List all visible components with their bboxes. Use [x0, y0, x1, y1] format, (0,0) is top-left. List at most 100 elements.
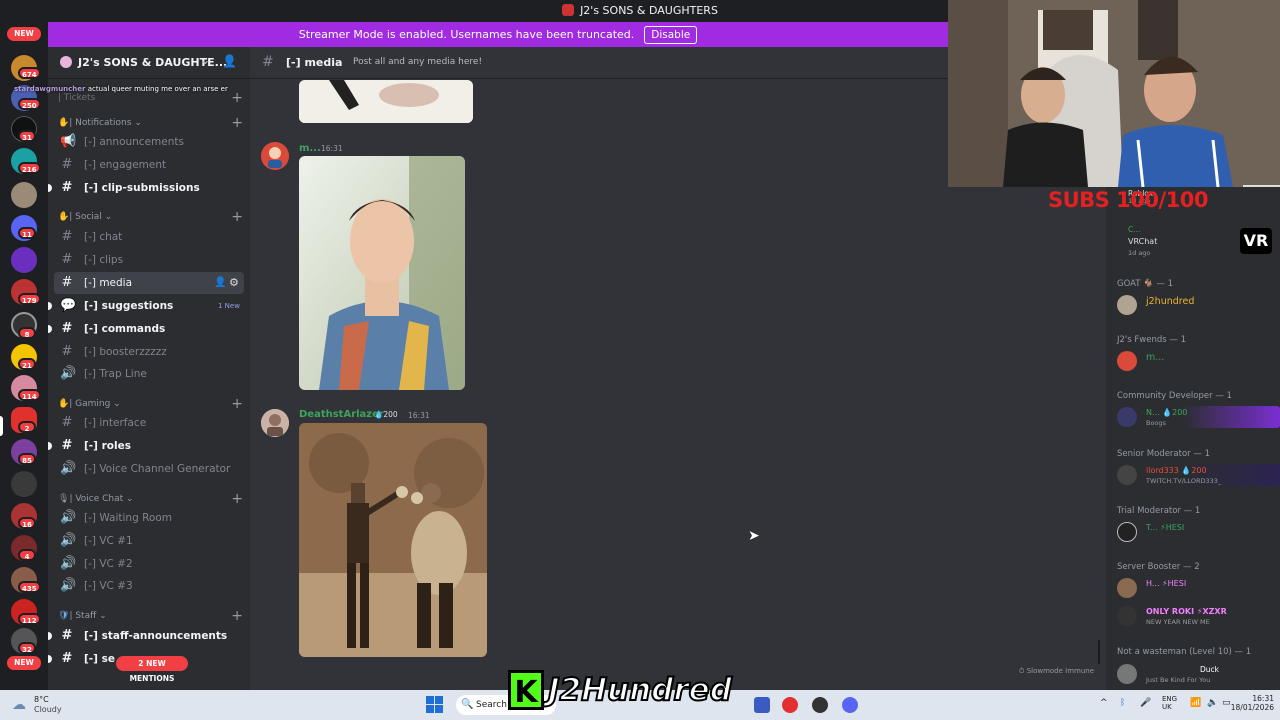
- image-content: [299, 80, 473, 123]
- channel-interface[interactable]: # [-] interface: [54, 412, 244, 434]
- server-icon[interactable]: [11, 182, 37, 208]
- member-item[interactable]: llord333 💧200 TWITCH.TV/LLORD333_: [1117, 464, 1280, 486]
- category-notifications[interactable]: ✋| Notifications ⌄ +: [58, 115, 243, 132]
- new-mentions-pill[interactable]: 2 NEW MENTIONS: [116, 656, 188, 683]
- channel-staff-announcements[interactable]: # [-] staff-announcements: [48, 625, 244, 647]
- member-item[interactable]: T... ⚡HESI: [1117, 521, 1277, 543]
- message-author[interactable]: m...: [299, 143, 321, 154]
- speaker-icon: 🔊: [60, 510, 77, 525]
- member-status: NEW YEAR NEW ME: [1146, 618, 1210, 626]
- unread-indicator: [48, 325, 52, 333]
- channel-waiting-room[interactable]: 🔊 [-] Waiting Room: [54, 507, 244, 529]
- avatar[interactable]: [261, 142, 289, 170]
- member-name: Duck: [1200, 665, 1219, 674]
- avatar: [1117, 664, 1137, 684]
- server-icon[interactable]: [11, 247, 37, 273]
- boost-badge: 💧200: [374, 410, 398, 419]
- member-item[interactable]: H... ⚡HESI: [1117, 577, 1277, 599]
- invite-people-icon[interactable]: 👤: [222, 54, 237, 68]
- channel-clips[interactable]: # [-] clips: [54, 249, 244, 271]
- channel-roles[interactable]: # [-] roles: [48, 435, 244, 457]
- role-header: GOAT 🐐 — 1: [1117, 279, 1174, 289]
- channel-media[interactable]: # [-] media 👤 ⚙: [54, 272, 244, 294]
- channel-trap-line[interactable]: 🔊 [-] Trap Line: [54, 363, 244, 385]
- category-tickets[interactable]: | Tickets +: [58, 90, 243, 107]
- gear-icon[interactable]: ⚙: [229, 272, 239, 294]
- channel-vc1[interactable]: 🔊 [-] VC #1: [54, 530, 244, 552]
- member-item[interactable]: N... 💧200 Boogs: [1117, 406, 1280, 428]
- wifi-icon[interactable]: 📶: [1190, 698, 1201, 708]
- unread-badge: 216: [18, 162, 41, 174]
- member-name: H... ⚡HESI: [1146, 579, 1187, 588]
- avatar[interactable]: [261, 409, 289, 437]
- banner-text: Streamer Mode is enabled. Usernames have…: [298, 28, 635, 41]
- window-title: J2's SONS & DAUGHTERS: [580, 4, 718, 17]
- image-attachment[interactable]: [299, 156, 465, 390]
- channel-suggestions[interactable]: 💬 [-] suggestions 1 New: [48, 295, 244, 317]
- weather-cloud-icon[interactable]: ☁: [12, 697, 26, 713]
- subs-goal-overlay: SUBS 100/100: [1048, 188, 1208, 212]
- speaker-icon[interactable]: 🔈: [1207, 698, 1218, 708]
- weather-temp: 8°C: [34, 695, 49, 704]
- taskbar-clock[interactable]: 16:31 18/01/2026: [1230, 694, 1274, 712]
- category-gaming[interactable]: ✋| Gaming ⌄ +: [58, 396, 243, 413]
- new-unread-pill-top[interactable]: NEW: [7, 27, 41, 41]
- image-attachment[interactable]: [299, 80, 473, 123]
- new-unread-pill-bottom[interactable]: NEW: [7, 656, 41, 670]
- unread-badge: 21: [18, 358, 36, 370]
- category-voice-chat[interactable]: 🎙| Voice Chat ⌄ +: [58, 491, 243, 508]
- image-attachment[interactable]: [299, 423, 487, 657]
- category-staff[interactable]: 🛡| Staff ⌄ +: [58, 608, 243, 625]
- member-item[interactable]: m...: [1117, 350, 1277, 372]
- speaker-icon: 🔊: [60, 578, 77, 593]
- server-header[interactable]: J2's SONS & DAUGHTE... ⌄ 👤: [48, 47, 250, 79]
- member-item[interactable]: Duck Just Be Kind For You: [1117, 663, 1277, 685]
- channel-sidebar: J2's SONS & DAUGHTE... ⌄ 👤 stardawgmunch…: [14, 47, 250, 690]
- discord-icon[interactable]: [842, 697, 858, 713]
- member-item[interactable]: ONLY ROKI ⚡XZXR NEW YEAR NEW ME: [1117, 605, 1277, 627]
- language-indicator[interactable]: ENG UK: [1162, 695, 1177, 711]
- channel-boosterzzzzz[interactable]: # [-] boosterzzzzz: [54, 341, 244, 363]
- unread-indicator: [48, 632, 52, 640]
- channel-topic[interactable]: Post all and any media here!: [353, 57, 482, 67]
- channel-vc2[interactable]: 🔊 [-] VC #2: [54, 553, 244, 575]
- member-name: C...: [1128, 225, 1141, 234]
- channel-clip-submissions[interactable]: # [-] clip-submissions: [48, 177, 244, 199]
- shield-icon: 🛡: [58, 611, 70, 621]
- obs-icon[interactable]: [812, 697, 828, 713]
- channel-chat[interactable]: # [-] chat: [54, 226, 244, 248]
- windows-start-icon[interactable]: [426, 696, 443, 713]
- add-channel-icon[interactable]: +: [231, 90, 243, 106]
- add-channel-icon[interactable]: +: [231, 608, 243, 624]
- server-icon[interactable]: [11, 471, 37, 497]
- chevron-up-icon[interactable]: ^: [1100, 698, 1108, 708]
- clock-time: 16:31: [1252, 694, 1274, 703]
- bluetooth-icon[interactable]: ᛒ: [1120, 698, 1125, 708]
- microphone-icon[interactable]: 🎤: [1140, 698, 1151, 708]
- channel-voice-generator[interactable]: 🔊 [-] Voice Channel Generator ...: [54, 458, 244, 480]
- opera-icon[interactable]: [782, 697, 798, 713]
- category-label: | Staff: [69, 611, 97, 621]
- add-channel-icon[interactable]: +: [231, 209, 243, 225]
- hand-icon: ✋: [58, 118, 70, 128]
- channel-vc3[interactable]: 🔊 [-] VC #3: [54, 575, 244, 597]
- message-author[interactable]: DeathstArlazer: [299, 409, 384, 420]
- add-channel-icon[interactable]: +: [231, 491, 243, 507]
- scrollbar-thumb[interactable]: [1098, 640, 1100, 664]
- member-item[interactable]: j2hundred: [1117, 294, 1277, 316]
- channel-engagement[interactable]: # [-] engagement: [54, 154, 244, 176]
- add-channel-icon[interactable]: +: [231, 396, 243, 412]
- windows-start-glyph: [426, 696, 443, 713]
- unread-indicator: [48, 442, 52, 450]
- channel-commands[interactable]: # [-] commands: [48, 318, 244, 340]
- category-social[interactable]: ✋| Social ⌄ +: [58, 209, 243, 226]
- role-header: Senior Moderator — 1: [1117, 449, 1210, 459]
- chevron-down-icon[interactable]: ⌄: [200, 53, 210, 67]
- hash-icon: #: [61, 628, 73, 643]
- add-channel-icon[interactable]: +: [231, 115, 243, 131]
- disable-button[interactable]: Disable: [644, 26, 698, 44]
- invite-icon[interactable]: 👤: [214, 272, 226, 294]
- selected-server-indicator: [0, 416, 3, 436]
- channel-announcements[interactable]: 📢 [-] announcements: [54, 131, 244, 153]
- hash-icon: #: [61, 157, 73, 172]
